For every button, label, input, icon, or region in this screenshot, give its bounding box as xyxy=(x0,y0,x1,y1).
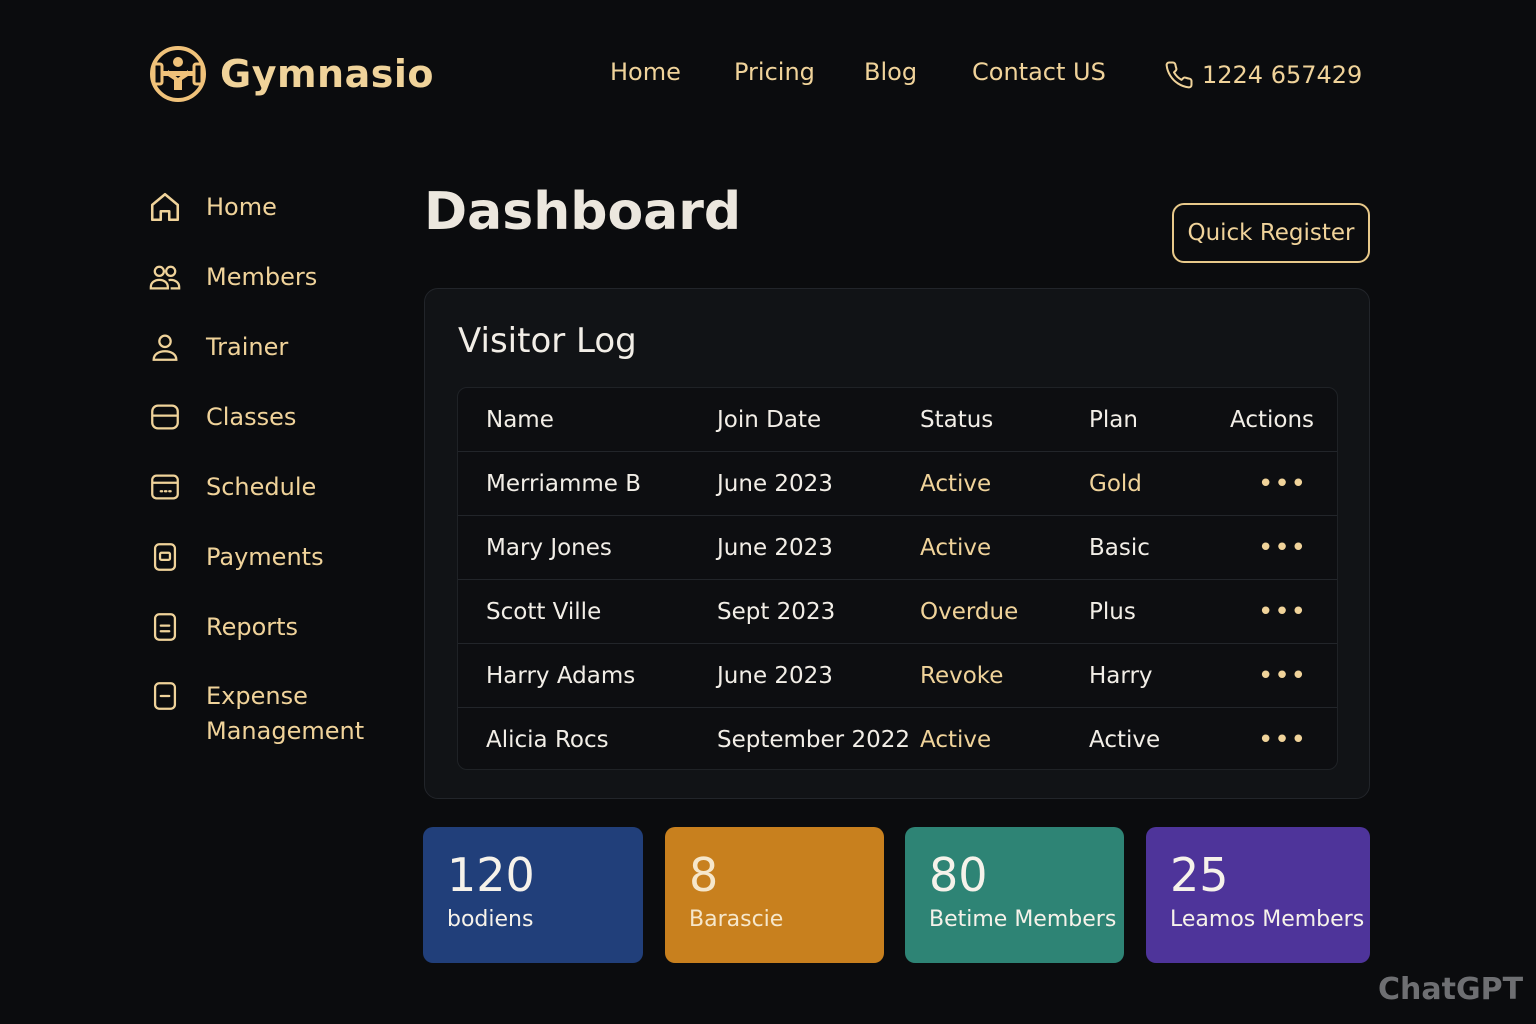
sidebar-item-schedule[interactable]: Schedule xyxy=(148,470,386,505)
member-name: Alicia Rocs xyxy=(486,727,609,753)
stat-value: 80 xyxy=(929,848,988,902)
stat-card-barascie[interactable]: 8 Barascie xyxy=(665,827,884,963)
plan-name: Basic xyxy=(1089,535,1150,561)
column-header-status[interactable]: Status xyxy=(920,388,993,452)
nav-contact[interactable]: Contact US xyxy=(972,58,1106,86)
sidebar-item-label: Classes xyxy=(206,403,297,431)
expense-icon xyxy=(153,682,177,710)
members-icon xyxy=(149,265,181,290)
more-actions-icon[interactable]: ••• xyxy=(1258,452,1307,516)
table-row[interactable]: Merriamme B June 2023 Active Gold ••• xyxy=(458,452,1337,516)
sidebar-item-payments[interactable]: Payments xyxy=(148,540,386,575)
sidebar-item-label: Home xyxy=(206,193,277,221)
stat-label: Leamos Members xyxy=(1170,907,1365,932)
home-icon xyxy=(150,192,180,222)
calendar-icon xyxy=(151,474,179,500)
stat-label: bodiens xyxy=(447,907,534,932)
report-icon xyxy=(153,613,177,641)
join-date: June 2023 xyxy=(717,471,833,497)
phone-number: 1224 657429 xyxy=(1202,61,1363,89)
join-date: June 2023 xyxy=(717,535,833,561)
nav-home[interactable]: Home xyxy=(610,58,681,86)
sidebar-item-home[interactable]: Home xyxy=(148,190,386,225)
phone-contact[interactable]: 1224 657429 xyxy=(1164,60,1362,90)
user-icon xyxy=(152,334,178,361)
stat-value: 8 xyxy=(689,848,719,902)
visitor-log-card: Visitor Log Name Join Date Status Plan A… xyxy=(424,288,1370,799)
plan-name: Active xyxy=(1089,727,1161,753)
sidebar-item-expense-management[interactable]: Expense Management xyxy=(148,679,386,749)
stat-card-bodiens[interactable]: 120 bodiens xyxy=(423,827,643,963)
more-actions-icon[interactable]: ••• xyxy=(1258,644,1307,708)
sidebar-item-label: Expense Management xyxy=(206,682,365,745)
sidebar-item-label: Trainer xyxy=(206,333,289,361)
payment-icon xyxy=(153,543,177,571)
member-name: Mary Jones xyxy=(486,535,612,561)
page-title: Dashboard xyxy=(424,182,742,242)
column-header-actions: Actions xyxy=(1230,407,1315,433)
member-name: Merriamme B xyxy=(486,471,642,497)
stat-label: Betime Members xyxy=(929,907,1117,932)
sidebar-item-label: Members xyxy=(206,263,318,291)
table-row[interactable]: Alicia Rocs September 2022 Active Active… xyxy=(458,708,1337,769)
plan-name: Plus xyxy=(1089,599,1136,625)
stat-card-betime-members[interactable]: 80 Betime Members xyxy=(905,827,1124,963)
visitor-log-title: Visitor Log xyxy=(458,321,637,361)
table-row[interactable]: Harry Adams June 2023 Revoke Harry ••• xyxy=(458,644,1337,708)
more-actions-icon[interactable]: ••• xyxy=(1258,580,1307,644)
sidebar-item-members[interactable]: Members xyxy=(148,260,386,295)
join-date: September 2022 xyxy=(717,727,910,753)
quick-register-button[interactable]: Quick Register xyxy=(1172,203,1370,263)
sidebar-item-reports[interactable]: Reports xyxy=(148,610,386,645)
sidebar-item-label: Payments xyxy=(206,543,324,571)
more-actions-icon[interactable]: ••• xyxy=(1258,708,1307,769)
status-badge: Active xyxy=(920,471,992,497)
plan-name: Harry xyxy=(1089,663,1153,689)
table-header-row: Name Join Date Status Plan Actions xyxy=(458,388,1337,452)
classes-icon xyxy=(151,404,179,430)
stat-label: Barascie xyxy=(689,907,784,932)
stat-value: 120 xyxy=(447,848,535,902)
stat-card-leamos-members[interactable]: 25 Leamos Members xyxy=(1146,827,1370,963)
table-row[interactable]: Mary Jones June 2023 Active Basic ••• xyxy=(458,516,1337,580)
member-name: Scott Ville xyxy=(486,599,602,625)
table-row[interactable]: Scott Ville Sept 2023 Overdue Plus ••• xyxy=(458,580,1337,644)
sidebar-item-label: Schedule xyxy=(206,473,317,501)
nav-blog[interactable]: Blog xyxy=(864,58,917,86)
column-header-plan[interactable]: Plan xyxy=(1089,388,1138,452)
status-badge: Active xyxy=(920,535,992,561)
plan-name: Gold xyxy=(1089,471,1142,497)
status-badge: Active xyxy=(920,727,992,753)
sidebar-item-label: Reports xyxy=(206,613,299,641)
stat-value: 25 xyxy=(1170,848,1229,902)
sidebar-item-classes[interactable]: Classes xyxy=(148,400,386,435)
column-header-name[interactable]: Name xyxy=(486,388,554,452)
more-actions-icon[interactable]: ••• xyxy=(1258,516,1307,580)
join-date: June 2023 xyxy=(717,663,833,689)
column-header-join-date[interactable]: Join Date xyxy=(717,388,821,452)
visitor-log-table: Name Join Date Status Plan Actions Merri… xyxy=(457,387,1338,770)
nav-pricing[interactable]: Pricing xyxy=(734,58,815,86)
join-date: Sept 2023 xyxy=(717,599,836,625)
status-badge: Revoke xyxy=(920,663,1004,689)
sidebar-item-trainer[interactable]: Trainer xyxy=(148,330,386,365)
member-name: Harry Adams xyxy=(486,663,636,689)
watermark: ChatGPT xyxy=(1378,972,1524,1007)
phone-icon xyxy=(1165,61,1193,89)
status-badge: Overdue xyxy=(920,599,1019,625)
